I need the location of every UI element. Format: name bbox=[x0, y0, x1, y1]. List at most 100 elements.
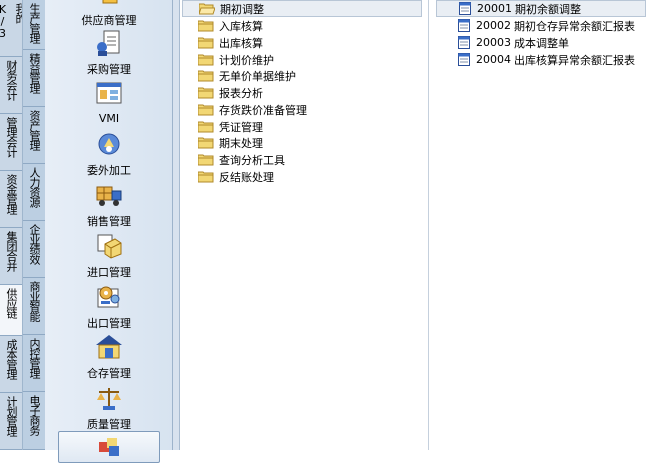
report-doc-icon bbox=[458, 53, 470, 66]
module-label: 仓存管理 bbox=[87, 367, 131, 380]
folder-icon bbox=[198, 20, 214, 31]
folder-icon bbox=[198, 87, 214, 98]
function-tree: 期初调整 入库核算 出库核算 计划价维护 无单价单据维护 报表分析 存货跌价准备… bbox=[180, 0, 429, 450]
tab-my-k3[interactable]: 我的K/3 bbox=[0, 0, 27, 57]
folder-icon bbox=[198, 37, 214, 48]
tree-item-label: 反结账处理 bbox=[219, 170, 274, 184]
module-cost-management[interactable] bbox=[58, 431, 160, 463]
report-name: 期初仓存异常余额汇报表 bbox=[514, 19, 635, 33]
tree-item[interactable]: 凭证管理 bbox=[198, 118, 263, 135]
tree-item-opening-adjustment[interactable]: 期初调整 bbox=[182, 0, 422, 17]
folder-icon bbox=[198, 54, 214, 65]
tree-item-label: 查询分析工具 bbox=[219, 153, 285, 167]
tree-item[interactable]: 无单价单据维护 bbox=[198, 67, 296, 84]
module-vmi[interactable]: VMI bbox=[59, 80, 159, 130]
tab-supply-chain[interactable]: 供应链 bbox=[0, 285, 22, 336]
report-code: 20001 bbox=[477, 2, 512, 15]
report-doc-icon bbox=[458, 19, 470, 32]
tree-item-label: 存货跌价准备管理 bbox=[219, 103, 307, 117]
report-row-20004[interactable]: 20004 出库核算异常余额汇报表 bbox=[436, 51, 635, 68]
folder-icon bbox=[198, 121, 214, 132]
tab-plan-management[interactable]: 计划管理 bbox=[0, 393, 22, 450]
module-label: 销售管理 bbox=[87, 215, 131, 228]
export-gear-icon bbox=[97, 286, 120, 308]
tree-item-label: 报表分析 bbox=[219, 86, 263, 100]
tree-item[interactable]: 出库核算 bbox=[198, 34, 263, 51]
report-code: 20003 bbox=[476, 36, 511, 49]
tree-item[interactable]: 计划价维护 bbox=[198, 51, 274, 68]
module-quality-management[interactable]: 质量管理 bbox=[59, 384, 159, 434]
tab-human-resources[interactable]: 人力资源 bbox=[23, 164, 45, 221]
tab-fund-management[interactable]: 资金管理 bbox=[0, 171, 22, 228]
quality-scale-icon bbox=[97, 388, 121, 410]
tab-label: 管理会计 bbox=[5, 117, 18, 157]
tree-item[interactable]: 报表分析 bbox=[198, 84, 263, 101]
module-export-management[interactable]: 出口管理 bbox=[59, 283, 159, 333]
tab-production-management[interactable]: 生产管理 bbox=[23, 0, 45, 50]
tab-label: 成本管理 bbox=[5, 339, 18, 379]
tree-item-label: 入库核算 bbox=[219, 19, 263, 33]
tab-label: 商业智能 bbox=[28, 281, 41, 321]
tree-item-label: 期初调整 bbox=[220, 2, 264, 16]
tab-e-commerce[interactable]: 电子商务 bbox=[23, 392, 45, 450]
tree-item-label: 凭证管理 bbox=[219, 120, 263, 134]
tab-label: 供应链 bbox=[5, 288, 18, 318]
report-code: 20004 bbox=[476, 53, 511, 66]
folder-icon bbox=[198, 137, 214, 148]
report-row-20001[interactable]: 20001 期初余额调整 bbox=[436, 0, 646, 17]
outsourcing-icon bbox=[98, 133, 120, 155]
report-doc-icon bbox=[459, 2, 471, 15]
tab-asset-management[interactable]: 资产管理 bbox=[23, 107, 45, 164]
tab-label: 人力资源 bbox=[28, 167, 41, 207]
left-tab-column-primary: 我的K/3 财务会计 管理会计 资金管理 集团合并 供应链 成本管理 计划管理 bbox=[0, 0, 27, 450]
purchase-icon bbox=[97, 30, 120, 56]
module-purchase-management[interactable]: 采购管理 bbox=[59, 29, 159, 79]
tree-item[interactable]: 查询分析工具 bbox=[198, 151, 285, 168]
folder-open-icon bbox=[199, 3, 215, 14]
folder-icon bbox=[198, 70, 214, 81]
left-tab-column-secondary: 生产管理 精益管理 资产管理 人力资源 企业绩效 商业智能 内控管理 电子商务 bbox=[22, 0, 45, 450]
tab-label: 企业绩效 bbox=[28, 224, 41, 264]
tab-label: 计划管理 bbox=[5, 396, 18, 436]
cost-blocks-icon bbox=[99, 438, 119, 456]
tab-cost-management[interactable]: 成本管理 bbox=[0, 336, 22, 393]
tree-item[interactable]: 期末处理 bbox=[198, 134, 263, 151]
tab-management-accounting[interactable]: 管理会计 bbox=[0, 114, 22, 171]
tab-financial-accounting[interactable]: 财务会计 bbox=[0, 57, 22, 114]
vmi-icon bbox=[96, 82, 122, 104]
module-warehouse-management[interactable]: 仓存管理 bbox=[59, 333, 159, 383]
tree-item[interactable]: 反结账处理 bbox=[198, 168, 274, 185]
tab-enterprise-performance[interactable]: 企业绩效 bbox=[23, 221, 45, 278]
report-name: 出库核算异常余额汇报表 bbox=[514, 53, 635, 67]
panel-splitter[interactable] bbox=[173, 0, 180, 450]
tab-label: 精益管理 bbox=[28, 53, 41, 93]
module-panel: 供应商管理 采购管理 VMI 委外加工 销售管理 进口管理 出口管理 仓存管理 … bbox=[45, 0, 173, 463]
warehouse-icon bbox=[96, 335, 122, 359]
tab-label: 资金管理 bbox=[5, 174, 18, 214]
import-box-icon bbox=[97, 234, 122, 259]
tab-group-consolidation[interactable]: 集团合并 bbox=[0, 228, 22, 285]
module-outsourcing[interactable]: 委外加工 bbox=[59, 130, 159, 180]
module-label: 出口管理 bbox=[87, 317, 131, 330]
report-code: 20002 bbox=[476, 19, 511, 32]
report-row-20002[interactable]: 20002 期初仓存异常余额汇报表 bbox=[436, 17, 635, 34]
module-sales-management[interactable]: 销售管理 bbox=[59, 181, 159, 231]
tree-item-label: 期末处理 bbox=[219, 136, 263, 150]
tab-label: 内控管理 bbox=[28, 338, 41, 378]
tab-internal-control[interactable]: 内控管理 bbox=[23, 335, 45, 392]
tab-label: 集团合并 bbox=[5, 231, 18, 271]
module-label: 供应商管理 bbox=[81, 14, 137, 27]
tree-item[interactable]: 入库核算 bbox=[198, 17, 263, 34]
tree-item[interactable]: 存货跌价准备管理 bbox=[198, 101, 307, 118]
tree-item-label: 无单价单据维护 bbox=[219, 69, 296, 83]
module-import-management[interactable]: 进口管理 bbox=[59, 232, 159, 282]
folder-icon bbox=[198, 104, 214, 115]
tree-item-label: 计划价维护 bbox=[219, 53, 274, 67]
tab-lean-management[interactable]: 精益管理 bbox=[23, 50, 45, 107]
report-name: 成本调整单 bbox=[514, 36, 569, 50]
report-row-20003[interactable]: 20003 成本调整单 bbox=[436, 34, 569, 51]
tab-business-intelligence[interactable]: 商业智能 bbox=[23, 278, 45, 335]
folder-icon bbox=[198, 154, 214, 165]
module-label: 质量管理 bbox=[87, 418, 131, 431]
tab-label: 生产管理 bbox=[28, 3, 41, 43]
